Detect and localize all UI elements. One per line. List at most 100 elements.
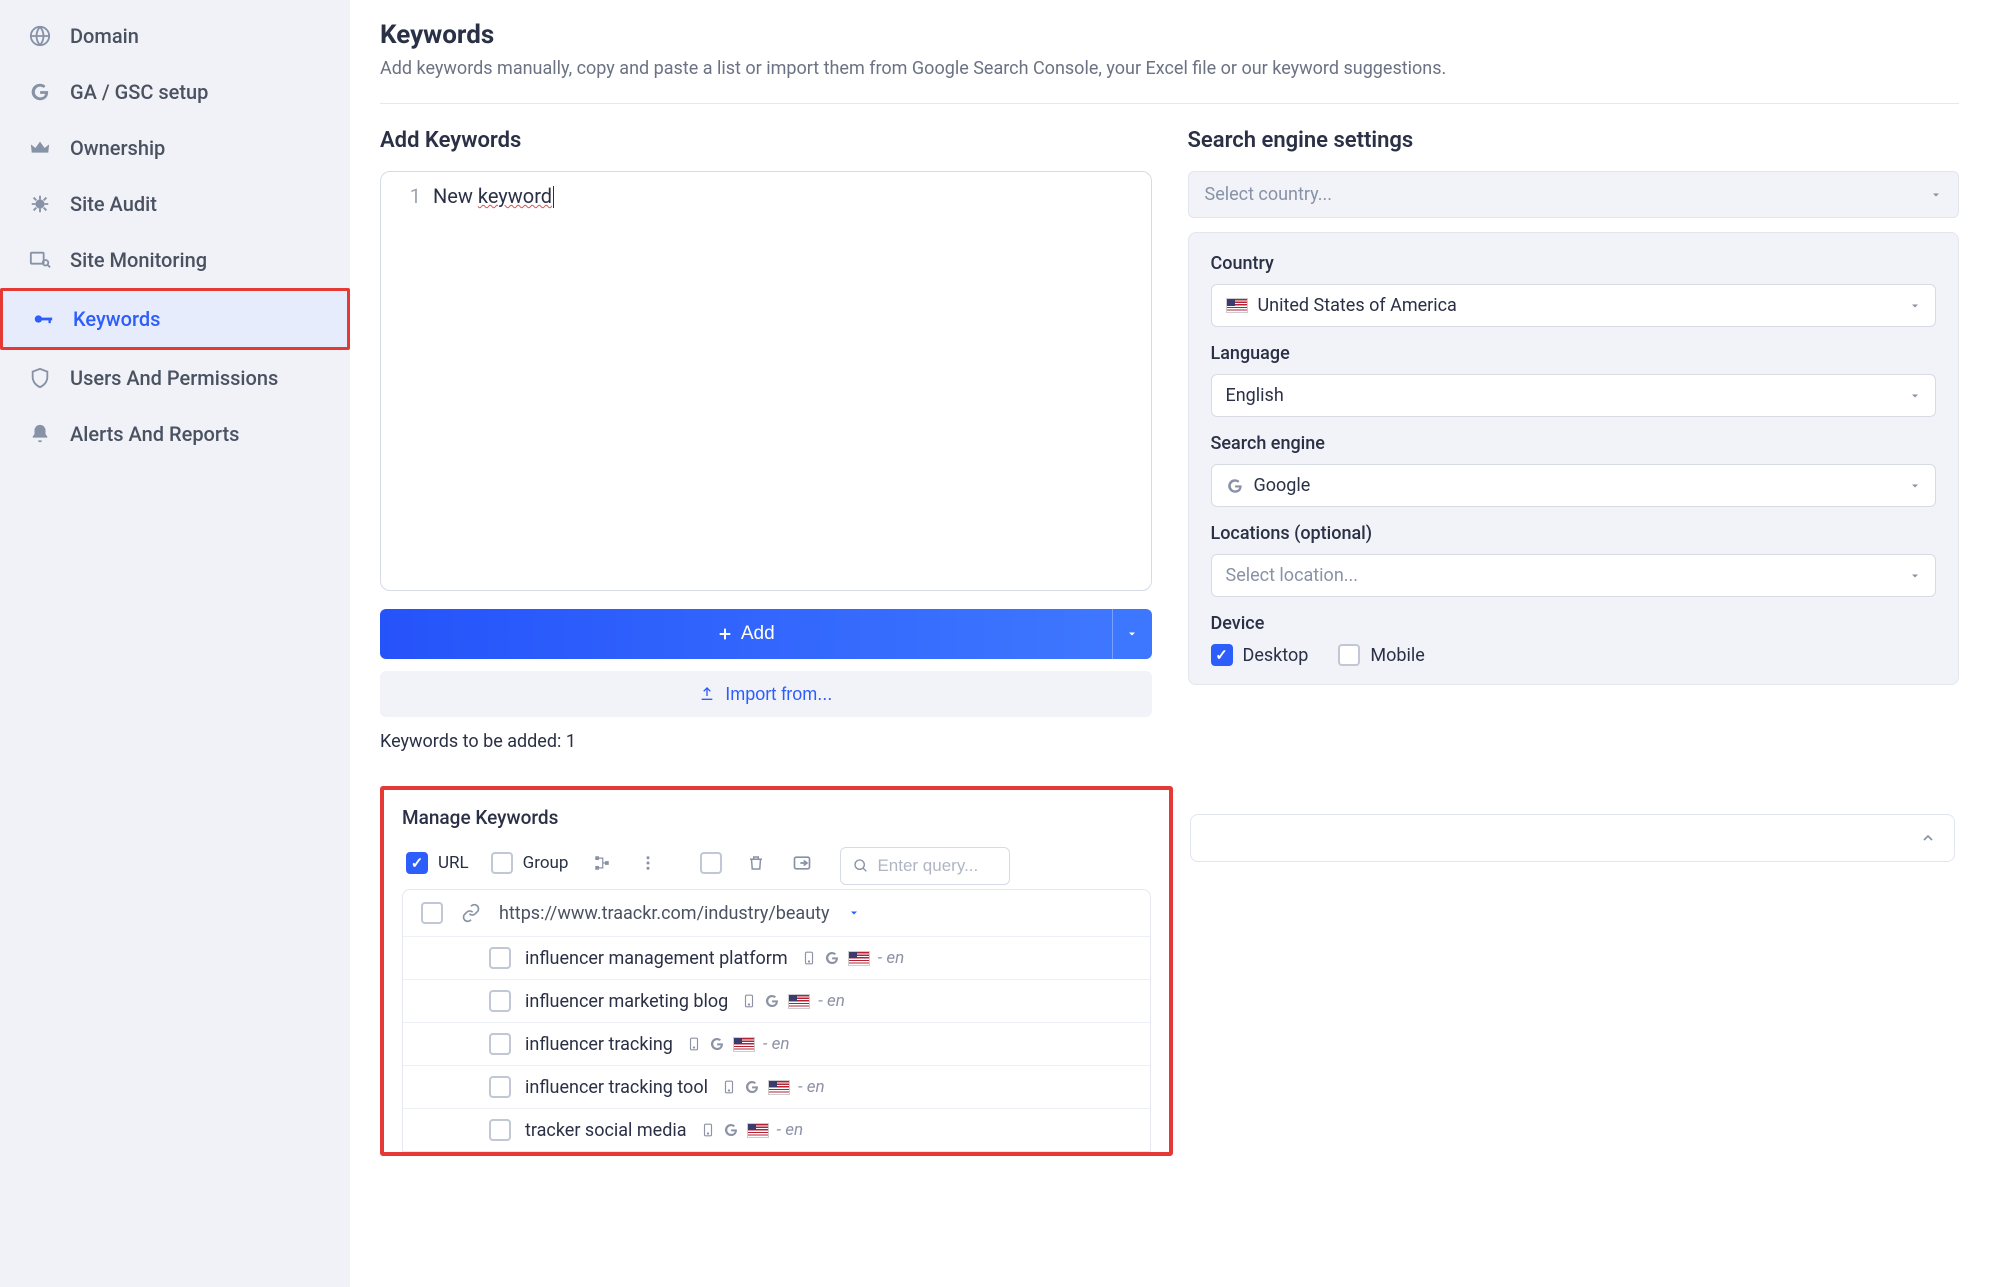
google-icon bbox=[709, 1036, 725, 1052]
keywords-count: Keywords to be added: 1 bbox=[380, 731, 1152, 752]
sidebar-item-site-monitoring[interactable]: Site Monitoring bbox=[0, 232, 350, 288]
keyword-text: influencer marketing blog bbox=[525, 991, 728, 1012]
upload-icon bbox=[699, 686, 715, 702]
chevron-down-icon bbox=[1909, 480, 1921, 492]
google-icon bbox=[28, 80, 52, 104]
settings-title: Search engine settings bbox=[1188, 128, 1960, 153]
keyword-row[interactable]: tracker social media - en bbox=[403, 1109, 1150, 1151]
manage-keywords-panel: Manage Keywords URL Group bbox=[380, 786, 1173, 1156]
globe-icon bbox=[28, 24, 52, 48]
country-value: United States of America bbox=[1258, 295, 1457, 316]
row-checkbox[interactable] bbox=[489, 1033, 511, 1055]
keyword-lang: - en bbox=[878, 948, 905, 968]
editor-content[interactable]: New keyword bbox=[429, 172, 1151, 590]
tree-icon[interactable] bbox=[590, 851, 614, 875]
add-keywords-title: Add Keywords bbox=[380, 128, 1152, 153]
checkbox-unchecked-icon[interactable] bbox=[491, 852, 513, 874]
manage-search-field[interactable] bbox=[877, 856, 997, 876]
sidebar-item-alerts-reports[interactable]: Alerts And Reports bbox=[0, 406, 350, 462]
keyword-row[interactable]: influencer marketing blog - en bbox=[403, 980, 1150, 1023]
device-label: Device bbox=[1211, 613, 1937, 634]
url-toggle-label: URL bbox=[438, 853, 469, 873]
language-select[interactable]: English bbox=[1211, 374, 1937, 417]
url-group-row[interactable]: https://www.traackr.com/industry/beauty bbox=[403, 890, 1150, 937]
text-caret bbox=[553, 186, 554, 208]
sidebar-label: Site Monitoring bbox=[70, 248, 207, 272]
add-button[interactable]: Add bbox=[380, 609, 1112, 659]
sidebar-label: Site Audit bbox=[70, 192, 157, 216]
country-placeholder-text: Select country... bbox=[1205, 184, 1332, 205]
sidebar-label: Keywords bbox=[73, 307, 160, 331]
add-button-dropdown[interactable] bbox=[1112, 609, 1152, 659]
language-value: English bbox=[1226, 385, 1284, 406]
keyword-editor[interactable]: 1 New keyword bbox=[380, 171, 1152, 591]
keyword-row[interactable]: influencer tracking tool - en bbox=[403, 1066, 1150, 1109]
keyword-lang: - en bbox=[777, 1120, 804, 1140]
page-title: Keywords bbox=[380, 20, 1959, 50]
sidebar-item-users-permissions[interactable]: Users And Permissions bbox=[0, 350, 350, 406]
row-checkbox[interactable] bbox=[489, 1076, 511, 1098]
google-icon bbox=[824, 950, 840, 966]
sidebar-item-keywords[interactable]: Keywords bbox=[0, 288, 350, 350]
chevron-down-icon[interactable] bbox=[848, 907, 860, 919]
import-button[interactable]: Import from... bbox=[380, 671, 1152, 717]
locations-select[interactable]: Select location... bbox=[1211, 554, 1937, 597]
checkbox-checked-icon[interactable] bbox=[1211, 644, 1233, 666]
row-checkbox[interactable] bbox=[489, 1119, 511, 1141]
country-placeholder-select[interactable]: Select country... bbox=[1188, 171, 1960, 218]
sidebar-label: Alerts And Reports bbox=[70, 422, 239, 446]
monitor-search-icon bbox=[28, 248, 52, 272]
sidebar-item-domain[interactable]: Domain bbox=[0, 8, 350, 64]
engine-select[interactable]: Google bbox=[1211, 464, 1937, 507]
bug-icon bbox=[28, 192, 52, 216]
keyword-text: influencer tracking tool bbox=[525, 1077, 708, 1098]
line-number: 1 bbox=[389, 184, 421, 208]
keyword-lang: - en bbox=[763, 1034, 790, 1054]
shield-icon bbox=[28, 366, 52, 390]
url-toggle[interactable]: URL bbox=[406, 852, 469, 874]
flag-us-icon bbox=[747, 1123, 769, 1138]
keyword-lang: - en bbox=[818, 991, 845, 1011]
sidebar-item-ga-gsc[interactable]: GA / GSC setup bbox=[0, 64, 350, 120]
country-label: Country bbox=[1211, 253, 1937, 274]
row-checkbox[interactable] bbox=[489, 990, 511, 1012]
checkbox-checked-icon[interactable] bbox=[406, 852, 428, 874]
flag-us-icon bbox=[788, 994, 810, 1009]
link-icon bbox=[461, 903, 481, 923]
page-subtitle: Add keywords manually, copy and paste a … bbox=[380, 58, 1959, 79]
device-desktop-option[interactable]: Desktop bbox=[1211, 644, 1309, 666]
checkbox-unchecked-icon[interactable] bbox=[1338, 644, 1360, 666]
keyword-row[interactable]: influencer tracking - en bbox=[403, 1023, 1150, 1066]
chevron-down-icon bbox=[1909, 300, 1921, 312]
sidebar-label: Domain bbox=[70, 24, 139, 48]
more-vertical-icon[interactable] bbox=[636, 851, 660, 875]
keyword-text: tracker social media bbox=[525, 1120, 687, 1141]
keyword-lang: - en bbox=[798, 1077, 825, 1097]
move-icon[interactable] bbox=[790, 851, 814, 875]
select-all-checkbox[interactable] bbox=[700, 852, 722, 874]
locations-placeholder: Select location... bbox=[1226, 565, 1359, 586]
device-desktop-label: Desktop bbox=[1243, 645, 1309, 666]
row-checkbox[interactable] bbox=[489, 947, 511, 969]
sidebar-item-ownership[interactable]: Ownership bbox=[0, 120, 350, 176]
import-button-label: Import from... bbox=[725, 684, 832, 705]
keyword-text: influencer management platform bbox=[525, 948, 788, 969]
trash-icon[interactable] bbox=[744, 851, 768, 875]
mobile-icon bbox=[742, 992, 756, 1010]
device-mobile-option[interactable]: Mobile bbox=[1338, 644, 1424, 666]
google-icon bbox=[723, 1122, 739, 1138]
collapse-panel[interactable] bbox=[1190, 814, 1955, 862]
search-icon bbox=[853, 858, 869, 874]
country-select[interactable]: United States of America bbox=[1211, 284, 1937, 327]
keyword-text: influencer tracking bbox=[525, 1034, 673, 1055]
chevron-up-icon bbox=[1920, 830, 1936, 846]
main-content: Keywords Add keywords manually, copy and… bbox=[350, 0, 1999, 1287]
keyword-row[interactable]: influencer management platform - en bbox=[403, 937, 1150, 980]
chevron-down-icon bbox=[1909, 390, 1921, 402]
flag-us-icon bbox=[848, 951, 870, 966]
sidebar-item-site-audit[interactable]: Site Audit bbox=[0, 176, 350, 232]
flag-us-icon bbox=[733, 1037, 755, 1052]
manage-search-input[interactable] bbox=[840, 847, 1010, 885]
row-checkbox[interactable] bbox=[421, 902, 443, 924]
group-toggle[interactable]: Group bbox=[491, 852, 569, 874]
